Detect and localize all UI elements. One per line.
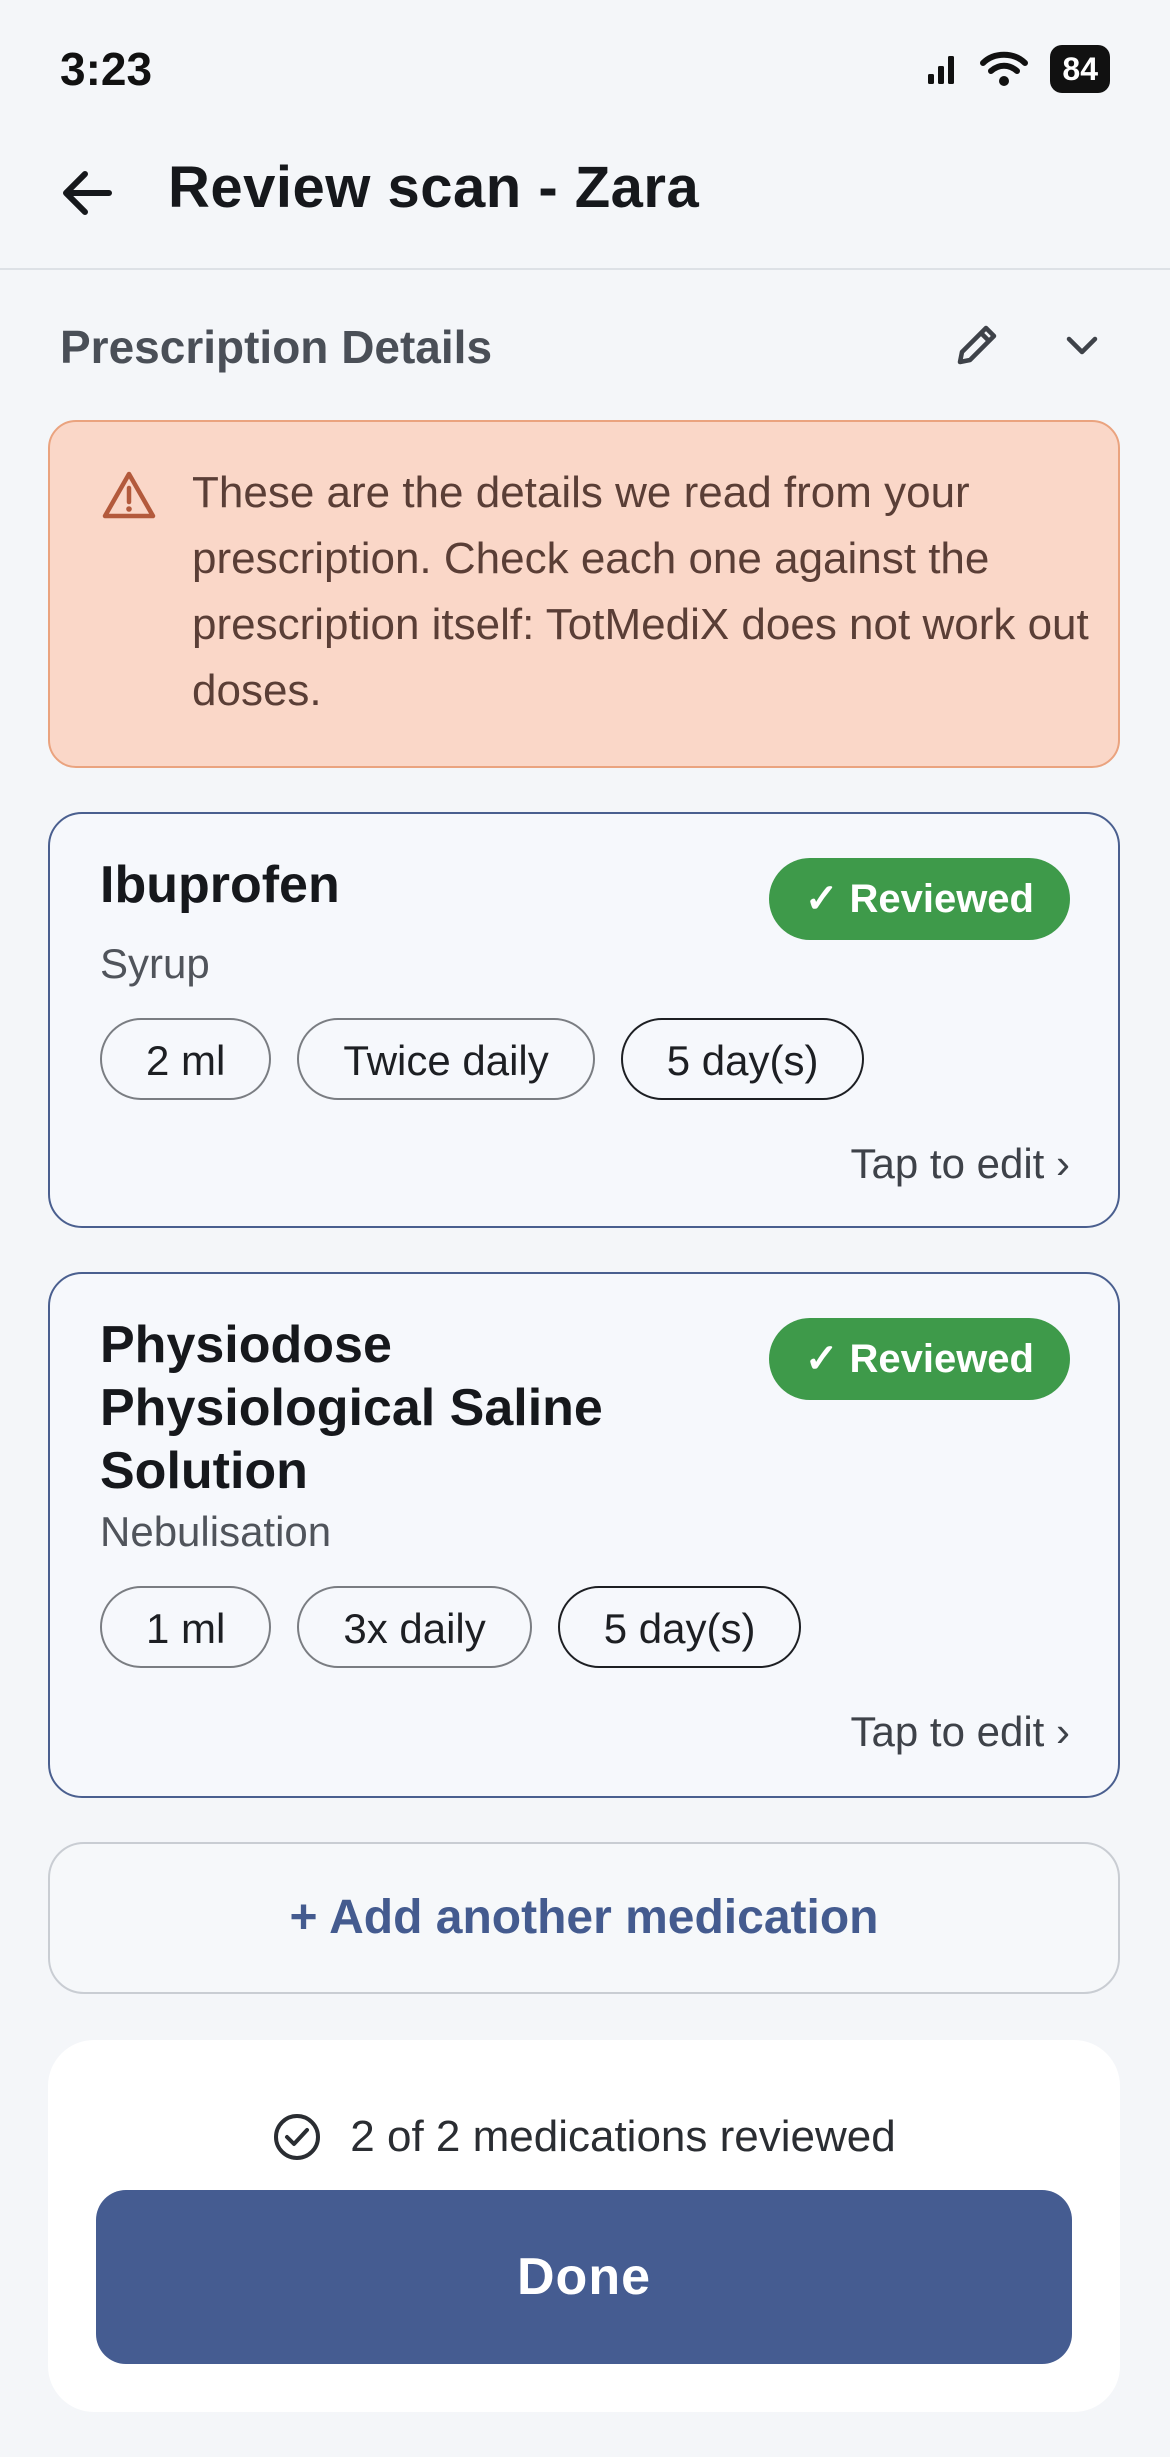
page-title: Review scan - Zara [168, 155, 700, 220]
edit-details-button[interactable] [950, 318, 1004, 372]
review-status: 2 of 2 medications reviewed [48, 2112, 1120, 2162]
app-bar: Review scan - Zara [0, 130, 1170, 270]
signal-icon [928, 56, 955, 84]
back-button[interactable] [52, 158, 122, 228]
reviewed-badge: ✓ Reviewed [768, 858, 1070, 940]
medication-form: Nebulisation [100, 1508, 332, 1555]
tap-to-edit-link[interactable]: Tap to edit › [851, 1140, 1070, 1188]
check-circle-icon [274, 2114, 321, 2160]
dose-chip[interactable]: 1 ml [100, 1586, 272, 1668]
wifi-icon [980, 51, 1029, 86]
medication-chips: 2 ml Twice daily 5 day(s) [100, 1018, 865, 1100]
section-title: Prescription Details [60, 321, 493, 373]
footer-panel: 2 of 2 medications reviewed Done [48, 2040, 1120, 2412]
tap-to-edit-link[interactable]: Tap to edit › [851, 1708, 1070, 1756]
pencil-icon [957, 325, 997, 365]
done-button[interactable]: Done [96, 2190, 1072, 2364]
frequency-chip[interactable]: 3x daily [297, 1586, 532, 1668]
warning-banner: These are the details we read from your … [48, 420, 1120, 768]
review-status-text: 2 of 2 medications reviewed [350, 2112, 896, 2161]
dose-chip[interactable]: 2 ml [100, 1018, 272, 1100]
medication-card[interactable]: Physiodose Physiological Saline Solution… [48, 1272, 1120, 1798]
frequency-chip[interactable]: Twice daily [297, 1018, 595, 1100]
medication-name: Physiodose Physiological Saline Solution [100, 1316, 603, 1500]
back-arrow-icon [63, 171, 112, 215]
app-screen: 3:23 84 Review scan - Zara Prescription … [0, 0, 1170, 2457]
reviewed-badge: ✓ Reviewed [768, 1318, 1070, 1400]
medication-name: Ibuprofen [100, 856, 340, 914]
medication-card[interactable]: Ibuprofen Syrup ✓ Reviewed 2 ml Twice da… [48, 812, 1120, 1228]
collapse-button[interactable] [1055, 318, 1109, 372]
status-icons: 84 [924, 44, 1110, 94]
duration-chip[interactable]: 5 day(s) [557, 1586, 802, 1668]
status-time: 3:23 [60, 43, 153, 95]
medication-chips: 1 ml 3x daily 5 day(s) [100, 1586, 802, 1668]
battery-indicator: 84 [1050, 45, 1110, 93]
medication-form: Syrup [100, 940, 210, 987]
status-bar: 3:23 84 [0, 0, 1170, 130]
warning-triangle-icon [102, 471, 156, 519]
warning-text: These are the details we read from your … [192, 468, 1089, 715]
add-medication-button[interactable]: + Add another medication [48, 1842, 1120, 1994]
duration-chip[interactable]: 5 day(s) [620, 1018, 865, 1100]
chevron-down-icon [1066, 336, 1098, 355]
